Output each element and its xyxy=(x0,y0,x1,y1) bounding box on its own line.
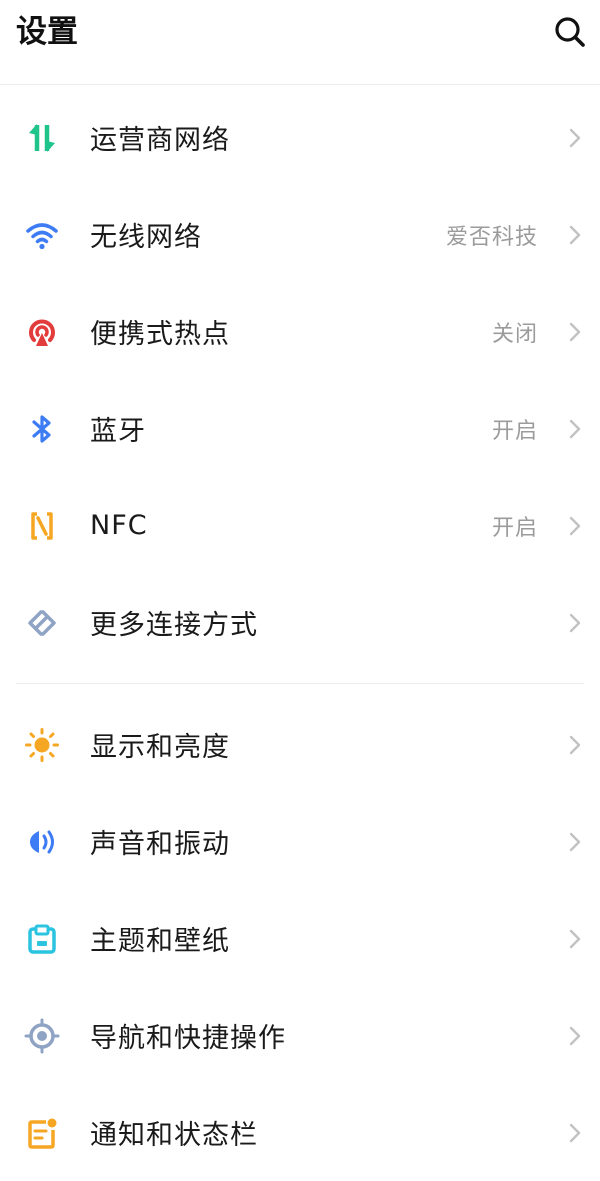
chevron-right-icon xyxy=(564,127,586,149)
settings-item-label: 导航和快捷操作 xyxy=(90,1023,286,1054)
link-icon xyxy=(22,603,62,643)
chevron-right-icon xyxy=(564,418,586,440)
settings-item-label: 蓝牙 xyxy=(90,416,146,447)
settings-item-value: 开启 xyxy=(491,418,538,444)
section-divider xyxy=(16,683,584,684)
chevron-right-icon xyxy=(564,734,586,756)
chevron-right-icon xyxy=(564,321,586,343)
settings-item-sound[interactable]: 声音和振动 xyxy=(0,793,600,890)
chevron-right-icon xyxy=(564,1025,586,1047)
settings-item-more[interactable]: 更多连接方式 xyxy=(0,574,600,671)
chevron-right-icon xyxy=(564,831,586,853)
settings-item-label: 主题和壁纸 xyxy=(90,926,230,957)
chevron-right-icon xyxy=(564,1122,586,1144)
carrier-icon xyxy=(22,118,62,158)
navigation-icon xyxy=(22,1016,62,1056)
top-bar: 设置 xyxy=(0,0,600,85)
settings-item-wifi[interactable]: 无线网络 爱否科技 xyxy=(0,186,600,283)
settings-item-label: 无线网络 xyxy=(90,222,202,253)
settings-item-label: 更多连接方式 xyxy=(90,610,258,641)
settings-item-theme[interactable]: 主题和壁纸 xyxy=(0,890,600,987)
search-button[interactable] xyxy=(550,12,590,52)
settings-item-label: 通知和状态栏 xyxy=(90,1120,258,1151)
settings-item-navigation[interactable]: 导航和快捷操作 xyxy=(0,987,600,1084)
chevron-right-icon xyxy=(564,928,586,950)
bluetooth-icon xyxy=(22,409,62,449)
sun-icon xyxy=(22,725,62,765)
settings-item-value: 开启 xyxy=(491,515,538,541)
settings-item-display[interactable]: 显示和亮度 xyxy=(0,696,600,793)
settings-item-value: 关闭 xyxy=(491,321,538,347)
hotspot-icon xyxy=(22,312,62,352)
page-title: 设置 xyxy=(16,14,78,50)
speaker-icon xyxy=(22,822,62,862)
settings-item-nfc[interactable]: NFC 开启 xyxy=(0,477,600,574)
settings-item-label: 声音和振动 xyxy=(90,829,230,860)
chevron-right-icon xyxy=(564,515,586,537)
settings-item-label: 显示和亮度 xyxy=(90,732,230,763)
settings-item-label: 便携式热点 xyxy=(90,319,230,350)
chevron-right-icon xyxy=(564,224,586,246)
settings-item-label: NFC xyxy=(90,510,148,541)
settings-item-carrier[interactable]: 运营商网络 xyxy=(0,89,600,186)
theme-icon xyxy=(22,919,62,959)
notification-icon xyxy=(22,1113,62,1153)
settings-item-notification[interactable]: 通知和状态栏 xyxy=(0,1084,600,1181)
settings-item-label: 运营商网络 xyxy=(90,125,230,156)
nfc-icon xyxy=(22,506,62,546)
settings-item-value: 爱否科技 xyxy=(445,224,538,250)
chevron-right-icon xyxy=(564,612,586,634)
connectivity-group: 运营商网络 无线网络 爱否科技 便携式热点 关闭 蓝牙 开启 NFC 开启 更多… xyxy=(0,85,600,671)
settings-item-bluetooth[interactable]: 蓝牙 开启 xyxy=(0,380,600,477)
search-icon xyxy=(555,17,585,47)
settings-item-hotspot[interactable]: 便携式热点 关闭 xyxy=(0,283,600,380)
wifi-icon xyxy=(22,215,62,255)
personalization-group: 显示和亮度 声音和振动 主题和壁纸 导航和快捷操作 通知和状态栏 xyxy=(0,692,600,1181)
